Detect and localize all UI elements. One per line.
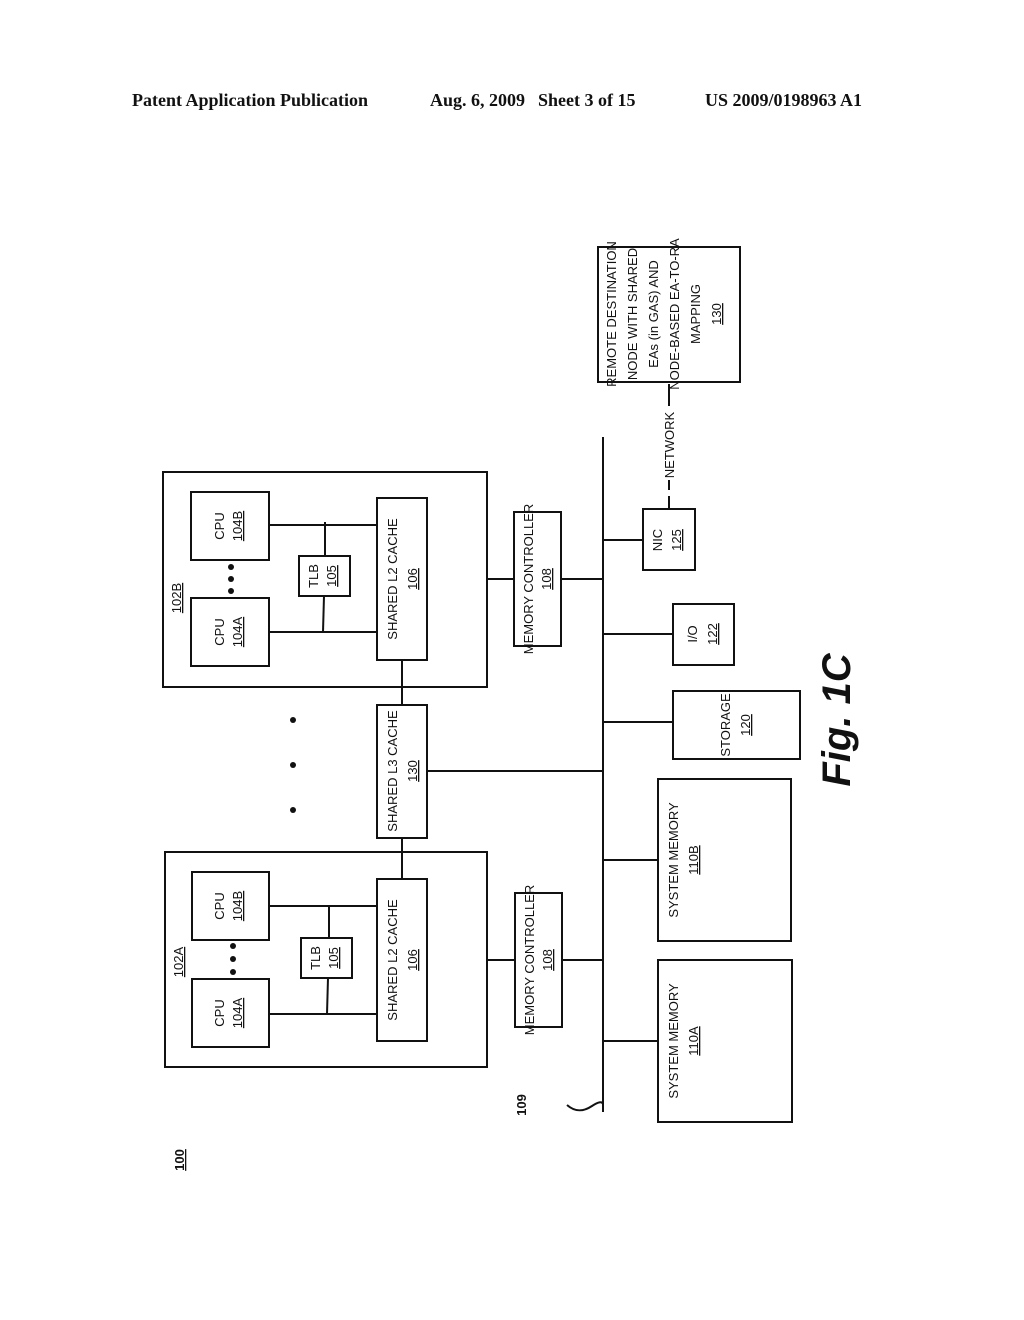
cpu-ref: 104B (230, 891, 245, 921)
mc-ref: 108 (540, 949, 555, 971)
l2-ref: 106 (405, 949, 420, 971)
l2-label: SHARED L2 CACHE (385, 899, 400, 1021)
sysmem-label: SYSTEM MEMORY (666, 802, 681, 918)
ellipsis-dot (230, 969, 236, 975)
node-102a-ref: 102A (171, 946, 186, 977)
l2-label: SHARED L2 CACHE (385, 518, 400, 640)
sysmem-ref: 110B (686, 845, 701, 874)
storage-label: STORAGE (718, 693, 733, 757)
io-box (672, 603, 735, 666)
l3-label: SHARED L3 CACHE (385, 710, 400, 832)
storage-ref: 120 (738, 714, 753, 736)
l2-ref: 106 (405, 568, 420, 590)
ellipsis-dot (228, 576, 234, 582)
tlb-ref: 105 (324, 565, 339, 587)
bus-leader (566, 1101, 604, 1112)
io-label: I/O (685, 625, 700, 642)
mc-label: MEMORY CONTROLLER (522, 885, 537, 1036)
nic-ref: 125 (669, 529, 684, 551)
storage-box (672, 690, 801, 760)
cpu-label: CPU (212, 618, 227, 645)
tlb-label: TLB (308, 946, 323, 970)
sysmem-ref: 110A (686, 1026, 701, 1056)
ellipsis-dot (230, 956, 236, 962)
system-ref: 100 (172, 1149, 187, 1171)
remote-line: EAs (in GAS) AND (646, 260, 661, 368)
ellipsis-dot (290, 762, 296, 768)
ellipsis-dot (228, 564, 234, 570)
cpu-label: CPU (212, 999, 227, 1026)
tlb-ref: 105 (326, 947, 341, 969)
ellipsis-dot (290, 717, 296, 723)
cpu-ref: 104B (230, 511, 245, 541)
nic-label: NIC (650, 529, 665, 551)
mc-label: MEMORY CONTROLLER (521, 504, 536, 655)
remote-line: NODE WITH SHARED (625, 248, 640, 380)
ellipsis-dot (230, 943, 236, 949)
sysmem-label: SYSTEM MEMORY (666, 983, 681, 1099)
network-label: NETWORK (662, 411, 677, 478)
remote-line: REMOTE DESTINATION (604, 241, 619, 387)
cpu-label: CPU (212, 892, 227, 919)
remote-ref: 130 (709, 303, 724, 325)
figure-label: Fig. 1C (815, 652, 859, 786)
cpu-ref: 104A (230, 997, 245, 1028)
remote-line: NODE-BASED EA-TO-RA (667, 238, 682, 390)
tlb-label: TLB (306, 564, 321, 588)
bus-ref: 109 (514, 1094, 529, 1116)
cpu-label: CPU (212, 512, 227, 539)
mc-ref: 108 (539, 568, 554, 590)
figure-diagram: 102B CPU 104B CPU 104A TLB 105 SHARED L2… (162, 238, 859, 1171)
ellipsis-dot (228, 588, 234, 594)
l3-ref: 130 (405, 760, 420, 782)
io-ref: 122 (705, 623, 720, 645)
remote-line: MAPPING (688, 284, 703, 344)
node-102b-ref: 102B (169, 583, 184, 613)
ellipsis-dot (290, 807, 296, 813)
cpu-ref: 104A (230, 616, 245, 647)
